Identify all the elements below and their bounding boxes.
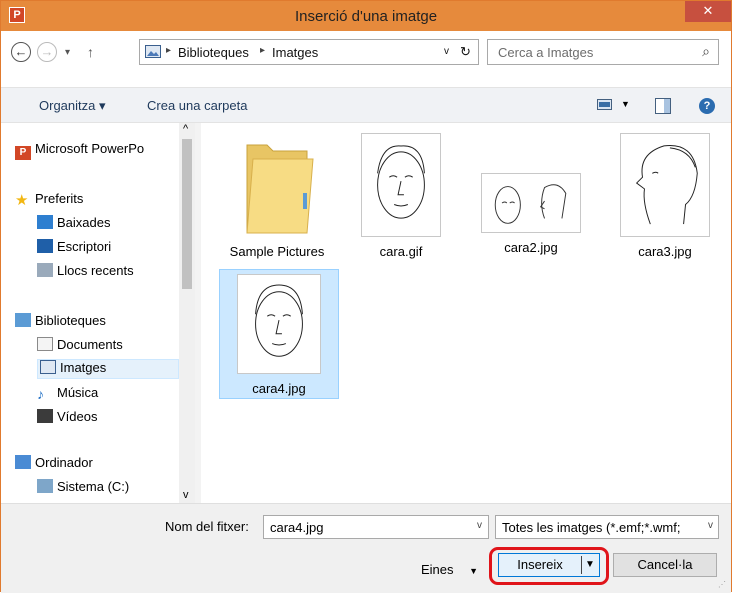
file-item-cara3-jpg[interactable]: cara3.jpg xyxy=(605,133,725,259)
sidebar-item-computer[interactable]: Ordinador xyxy=(15,455,93,475)
close-button[interactable]: ✕ xyxy=(685,1,731,22)
sidebar-item-system-drive[interactable]: Sistema (C:) xyxy=(37,479,129,499)
view-options-icon[interactable] xyxy=(597,98,613,112)
file-name: cara3.jpg xyxy=(638,244,692,259)
filename-value[interactable]: cara4.jpg xyxy=(270,520,323,535)
sidebar-item-desktop[interactable]: Escriptori xyxy=(37,239,111,259)
view-dropdown-icon[interactable]: ▼ xyxy=(621,99,630,109)
sidebar-item-favorites[interactable]: ★ Preferits xyxy=(15,191,83,211)
footer-panel: Nom del fitxer: cara4.jpg v Totes les im… xyxy=(1,503,731,593)
file-name: cara.gif xyxy=(379,244,423,259)
documents-icon xyxy=(37,337,53,351)
star-icon: ★ xyxy=(15,192,29,209)
sidebar-item-videos[interactable]: Vídeos xyxy=(37,409,97,429)
breadcrumb-pictures[interactable]: Imatges xyxy=(272,45,318,60)
sidebar-item-pictures[interactable]: Imatges xyxy=(37,359,179,379)
file-item-cara-gif[interactable]: cara.gif xyxy=(341,133,461,259)
sidebar-scrollbar[interactable]: ^ v xyxy=(179,123,195,503)
sidebar-item-recent-places[interactable]: Llocs recents xyxy=(37,263,134,283)
scroll-thumb[interactable] xyxy=(182,139,192,289)
refresh-icon[interactable]: ↻ xyxy=(460,44,471,60)
file-name: Sample Pictures xyxy=(229,244,325,259)
sidebar-item-powerpoint[interactable]: P Microsoft PowerPo xyxy=(15,141,144,161)
search-input[interactable]: Cerca a Imatges xyxy=(498,45,593,60)
computer-icon xyxy=(15,455,31,469)
address-bar[interactable]: ▸ Biblioteques ▸ Imatges v ↻ xyxy=(139,39,479,65)
file-type-select[interactable]: Totes les imatges (*.emf;*.wmf; v xyxy=(495,515,719,539)
filename-field[interactable]: cara4.jpg v xyxy=(263,515,489,539)
recent-locations-button[interactable]: ▾ xyxy=(65,47,70,58)
sidebar-item-libraries[interactable]: Biblioteques xyxy=(15,313,106,333)
recent-places-icon xyxy=(37,263,53,277)
scroll-down-button[interactable]: v xyxy=(183,489,189,501)
forward-button[interactable]: → xyxy=(37,42,57,62)
navigation-bar: ← → ▾ ↑ ▸ Biblioteques ▸ Imatges v ↻ Cer… xyxy=(1,31,731,87)
chevron-down-icon[interactable]: v xyxy=(708,520,713,531)
face-thumbnail-icon xyxy=(237,274,321,374)
file-name: cara4.jpg xyxy=(252,381,306,396)
file-list: Sample Pictures cara.gif cara2.jpg cara3… xyxy=(201,123,731,503)
pictures-library-icon xyxy=(145,45,161,58)
window-title: Inserció d'una imatge xyxy=(294,8,438,25)
help-icon[interactable]: ? xyxy=(699,98,715,114)
chevron-down-icon: ▼ xyxy=(469,566,479,576)
face-thumbnail-icon xyxy=(361,133,441,237)
dialog-window: P Inserció d'una imatge ✕ ← → ▾ ↑ ▸ Bibl… xyxy=(0,0,732,593)
command-toolbar: Organitza ▾ Crea una carpeta ▼ ? xyxy=(1,87,731,123)
insert-options-dropdown-icon[interactable]: ▼ xyxy=(585,554,595,576)
address-dropdown-icon[interactable]: v xyxy=(444,46,449,57)
split-divider xyxy=(581,556,582,574)
insert-button[interactable]: Insereix ▼ xyxy=(498,553,600,577)
desktop-icon xyxy=(37,239,53,253)
videos-icon xyxy=(37,409,53,423)
search-icon[interactable]: ⌕ xyxy=(702,43,710,60)
breadcrumb-libraries[interactable]: Biblioteques xyxy=(178,45,249,60)
organize-button[interactable]: Organitza ▾ xyxy=(39,98,106,114)
sidebar-item-music[interactable]: ♪ Música xyxy=(37,385,98,405)
sidebar-item-downloads[interactable]: Baixades xyxy=(37,215,110,235)
powerpoint-icon: P xyxy=(15,146,31,160)
title-bar[interactable]: P Inserció d'una imatge ✕ xyxy=(1,1,731,31)
breadcrumb-separator: ▸ xyxy=(166,45,172,56)
file-item-sample-pictures[interactable]: Sample Pictures xyxy=(217,133,337,259)
face-thumbnail-icon xyxy=(620,133,710,237)
new-folder-button[interactable]: Crea una carpeta xyxy=(147,98,247,113)
libraries-icon xyxy=(15,313,31,327)
file-type-value[interactable]: Totes les imatges (*.emf;*.wmf; xyxy=(502,520,698,535)
preview-pane-icon[interactable] xyxy=(655,98,671,114)
filename-label: Nom del fitxer: xyxy=(165,519,249,534)
pictures-icon xyxy=(40,360,56,374)
file-name: cara2.jpg xyxy=(504,240,558,255)
file-item-cara2-jpg[interactable]: cara2.jpg xyxy=(471,173,591,255)
cancel-button[interactable]: Cancel·la xyxy=(613,553,717,577)
search-box[interactable]: Cerca a Imatges ⌕ xyxy=(487,39,719,65)
breadcrumb-separator: ▸ xyxy=(260,45,266,56)
folder-icon xyxy=(246,144,314,234)
face-thumbnail-icon xyxy=(481,173,581,233)
chevron-down-icon[interactable]: v xyxy=(477,520,482,531)
music-icon: ♪ xyxy=(37,386,44,402)
navigation-pane: P Microsoft PowerPo ★ Preferits Baixades E… xyxy=(1,123,195,503)
downloads-icon xyxy=(37,215,53,229)
up-button[interactable]: ↑ xyxy=(87,44,94,60)
sidebar-item-documents[interactable]: Documents xyxy=(37,337,123,357)
tools-menu-button[interactable]: Eines ▼ xyxy=(421,562,478,577)
back-button[interactable]: ← xyxy=(11,42,31,62)
scroll-up-button[interactable]: ^ xyxy=(183,123,188,135)
file-item-cara4-jpg[interactable]: cara4.jpg xyxy=(219,269,339,399)
drive-icon xyxy=(37,479,53,493)
resize-grip-icon[interactable]: ⋰ xyxy=(718,580,728,590)
